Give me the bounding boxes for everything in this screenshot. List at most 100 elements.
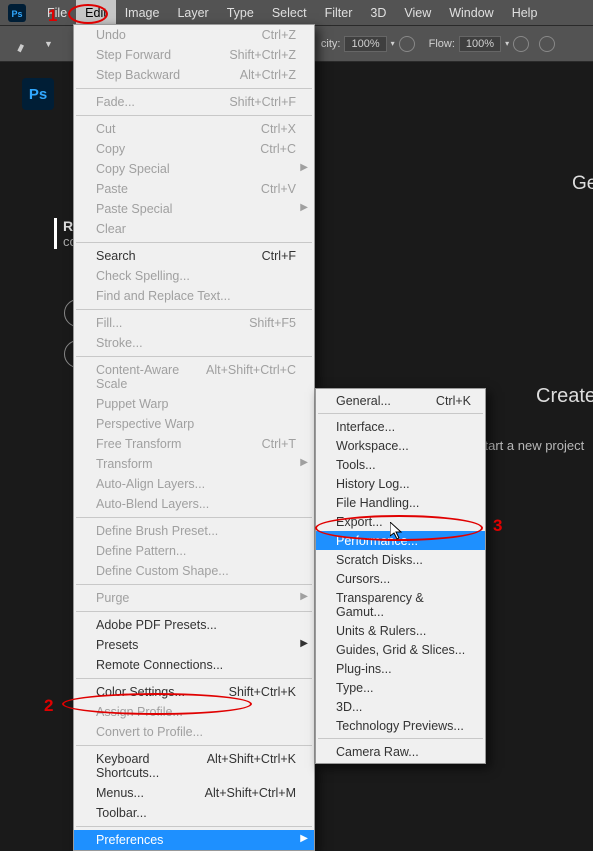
submenu-item-label: Type... <box>336 681 374 695</box>
menu-item-shortcut: Shift+F5 <box>249 316 296 330</box>
submenu-item-label: Workspace... <box>336 439 409 453</box>
menu-item-stroke: Stroke... <box>74 333 314 353</box>
menu-item-paste: PasteCtrl+V <box>74 179 314 199</box>
menu-item-transform: Transform▶ <box>74 454 314 474</box>
menu-view[interactable]: View <box>395 0 440 25</box>
submenu-item-cursors[interactable]: Cursors... <box>316 569 485 588</box>
chevron-down-icon[interactable]: ▼ <box>44 39 53 49</box>
menu-item-label: Copy Special <box>96 162 170 176</box>
start-subheading: start a new project <box>478 438 584 453</box>
menu-item-color-settings[interactable]: Color Settings... Shift+Ctrl+K <box>74 682 314 702</box>
menu-item-label: Purge <box>96 591 129 605</box>
submenu-item-label: Technology Previews... <box>336 719 464 733</box>
menu-type[interactable]: Type <box>218 0 263 25</box>
submenu-item-label: History Log... <box>336 477 410 491</box>
menu-separator <box>76 826 312 827</box>
menu-window[interactable]: Window <box>440 0 502 25</box>
submenu-item-history-log[interactable]: History Log... <box>316 474 485 493</box>
submenu-item-workspace[interactable]: Workspace... <box>316 436 485 455</box>
menu-3d[interactable]: 3D <box>361 0 395 25</box>
menu-item-label: Color Settings... <box>96 685 185 699</box>
menu-item-cut: CutCtrl+X <box>74 119 314 139</box>
menu-separator <box>76 611 312 612</box>
menu-item-menus[interactable]: Menus...Alt+Shift+Ctrl+M <box>74 783 314 803</box>
submenu-item-3d[interactable]: 3D... <box>316 697 485 716</box>
submenu-item-units-rulers[interactable]: Units & Rulers... <box>316 621 485 640</box>
menu-image[interactable]: Image <box>116 0 169 25</box>
menu-item-label: Presets <box>96 638 138 652</box>
submenu-item-technology-previews[interactable]: Technology Previews... <box>316 716 485 735</box>
submenu-item-export[interactable]: Export... <box>316 512 485 531</box>
svg-text:Ps: Ps <box>11 8 22 18</box>
menu-item-label: Transform <box>96 457 153 471</box>
menu-layer[interactable]: Layer <box>168 0 217 25</box>
menu-item-presets[interactable]: Presets▶ <box>74 635 314 655</box>
submenu-item-tools[interactable]: Tools... <box>316 455 485 474</box>
menu-item-check-spelling: Check Spelling... <box>74 266 314 286</box>
menu-item-shortcut: Alt+Shift+Ctrl+K <box>207 752 296 780</box>
brush-tool-icon[interactable] <box>12 32 36 56</box>
airbrush-icon[interactable] <box>513 36 529 52</box>
submenu-item-plug-ins[interactable]: Plug-ins... <box>316 659 485 678</box>
ps-app-icon: Ps <box>22 78 54 110</box>
submenu-item-file-handling[interactable]: File Handling... <box>316 493 485 512</box>
menu-select[interactable]: Select <box>263 0 316 25</box>
menu-item-assign-profile: Assign Profile... <box>74 702 314 722</box>
menu-filter[interactable]: Filter <box>316 0 362 25</box>
menu-item-preferences[interactable]: Preferences▶ <box>74 830 314 850</box>
menu-item-copy-special: Copy Special▶ <box>74 159 314 179</box>
submenu-item-guides-grid-slices[interactable]: Guides, Grid & Slices... <box>316 640 485 659</box>
submenu-item-label: Units & Rulers... <box>336 624 426 638</box>
menu-item-keyboard-shortcuts[interactable]: Keyboard Shortcuts...Alt+Shift+Ctrl+K <box>74 749 314 783</box>
menu-item-label: Content-Aware Scale <box>96 363 206 391</box>
chevron-down-icon[interactable]: ▾ <box>391 39 395 48</box>
menu-separator <box>76 309 312 310</box>
submenu-item-performance[interactable]: Performance... <box>316 531 485 550</box>
submenu-item-label: 3D... <box>336 700 362 714</box>
flow-label: Flow: <box>429 38 455 50</box>
menu-item-toolbar[interactable]: Toolbar... <box>74 803 314 823</box>
edit-menu-dropdown: UndoCtrl+ZStep ForwardShift+Ctrl+ZStep B… <box>73 24 315 851</box>
menu-item-adobe-pdf-presets[interactable]: Adobe PDF Presets... <box>74 615 314 635</box>
submenu-item-interface[interactable]: Interface... <box>316 417 485 436</box>
menu-edit[interactable]: Edit <box>76 0 116 25</box>
menu-item-label: Stroke... <box>96 336 143 350</box>
submenu-item-label: Scratch Disks... <box>336 553 423 567</box>
menu-item-label: Find and Replace Text... <box>96 289 231 303</box>
submenu-item-camera-raw[interactable]: Camera Raw... <box>316 742 485 761</box>
menu-separator <box>76 115 312 116</box>
submenu-item-transparency-gamut[interactable]: Transparency & Gamut... <box>316 588 485 621</box>
menu-item-label: Paste Special <box>96 202 172 216</box>
flow-field[interactable]: 100% <box>459 36 501 52</box>
chevron-down-icon[interactable]: ▾ <box>505 39 509 48</box>
menu-file[interactable]: File <box>38 0 76 25</box>
menu-help[interactable]: Help <box>503 0 547 25</box>
submenu-item-label: Performance... <box>336 534 418 548</box>
pressure-size-icon[interactable] <box>539 36 555 52</box>
submenu-item-type[interactable]: Type... <box>316 678 485 697</box>
menu-item-puppet-warp: Puppet Warp <box>74 394 314 414</box>
submenu-item-scratch-disks[interactable]: Scratch Disks... <box>316 550 485 569</box>
menu-separator <box>76 517 312 518</box>
submenu-item-label: Export... <box>336 515 383 529</box>
menu-item-label: Fade... <box>96 95 135 109</box>
menu-item-search[interactable]: SearchCtrl+F <box>74 246 314 266</box>
submenu-item-label: File Handling... <box>336 496 419 510</box>
menu-item-label: Undo <box>96 28 126 42</box>
annotation-number-3: 3 <box>493 516 502 536</box>
opacity-field[interactable]: 100% <box>344 36 386 52</box>
submenu-item-label: Interface... <box>336 420 395 434</box>
submenu-item-label: Tools... <box>336 458 376 472</box>
menu-separator <box>76 242 312 243</box>
menu-item-label: Define Pattern... <box>96 544 186 558</box>
menu-separator <box>76 584 312 585</box>
menu-item-remote-connections[interactable]: Remote Connections... <box>74 655 314 675</box>
menu-item-find-and-replace-text: Find and Replace Text... <box>74 286 314 306</box>
menu-item-shortcut: Shift+Ctrl+K <box>229 685 296 699</box>
pressure-opacity-icon[interactable] <box>399 36 415 52</box>
submenu-item-general[interactable]: General...Ctrl+K <box>316 391 485 410</box>
submenu-arrow-icon: ▶ <box>300 591 308 602</box>
menu-item-label: Remote Connections... <box>96 658 223 672</box>
menu-item-define-brush-preset: Define Brush Preset... <box>74 521 314 541</box>
menu-item-undo: UndoCtrl+Z <box>74 25 314 45</box>
